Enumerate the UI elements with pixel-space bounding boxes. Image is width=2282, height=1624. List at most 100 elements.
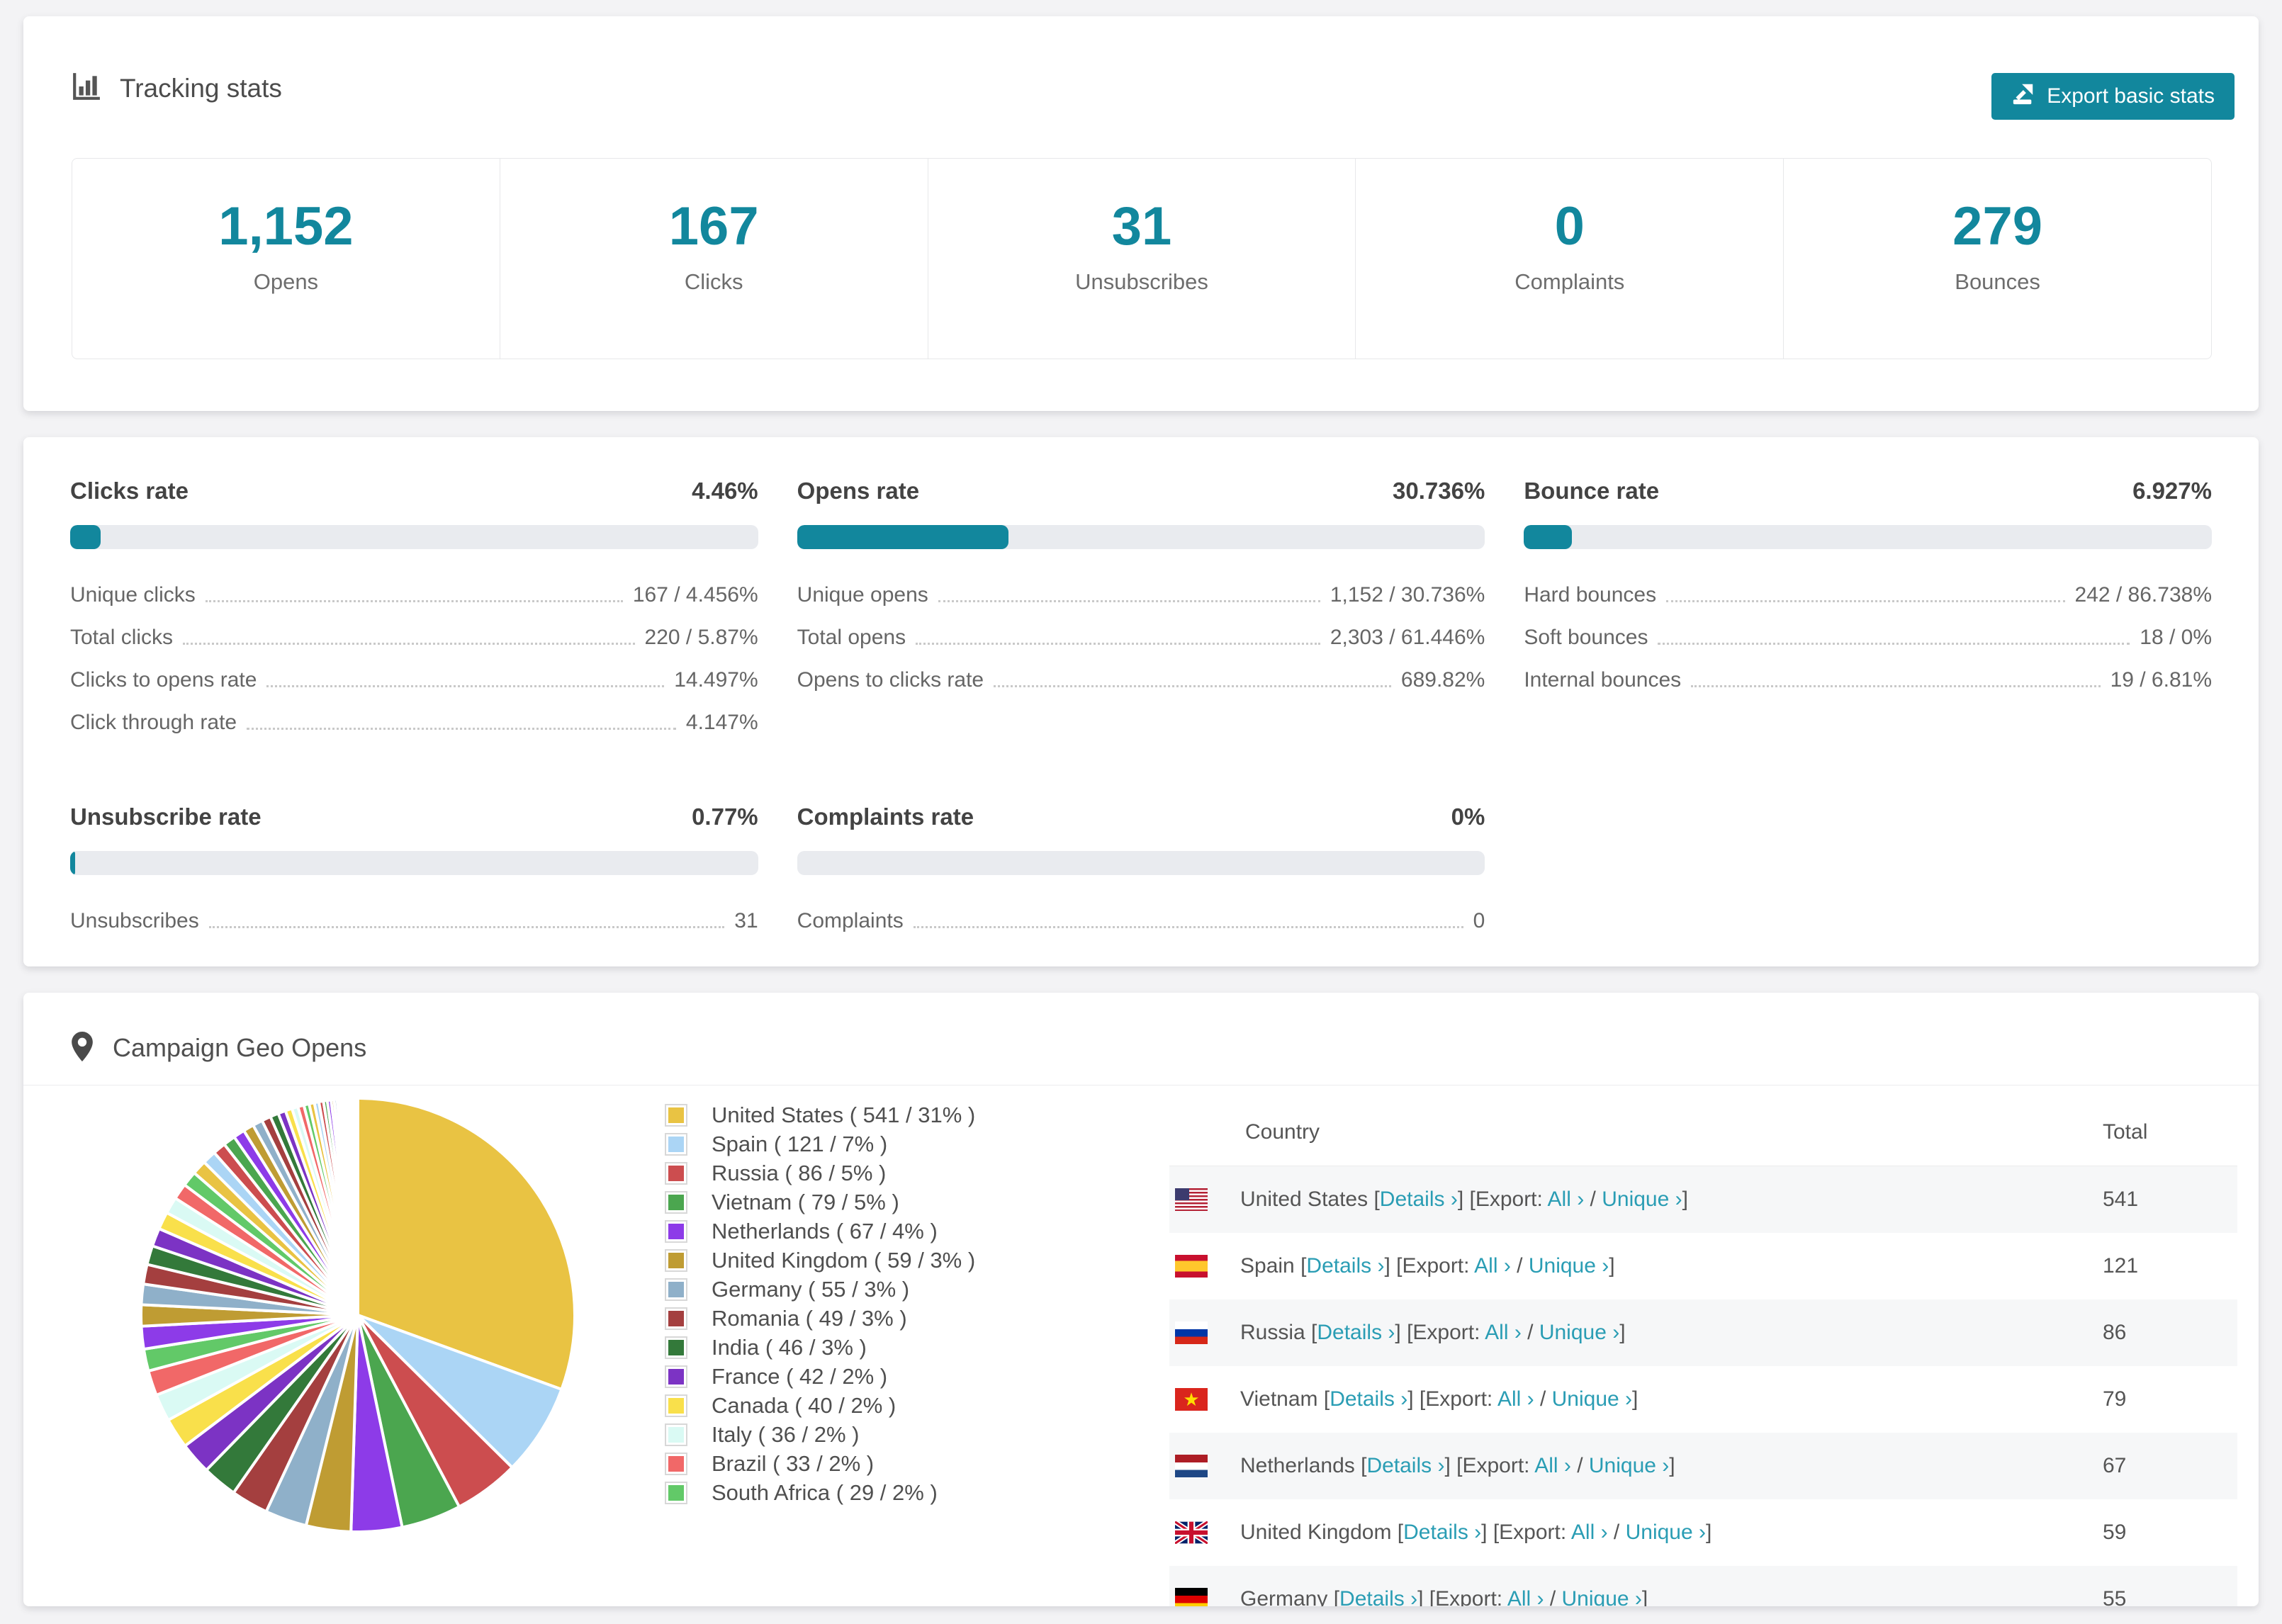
flag-ru xyxy=(1175,1321,1208,1344)
legend-item-canada: Canada ( 40 / 2% ) xyxy=(665,1391,975,1420)
flag-es xyxy=(1175,1255,1208,1278)
dotted-leader xyxy=(994,685,1391,687)
rate-detail-row: Total opens 2,303 / 61.446% xyxy=(797,626,1485,650)
export-basic-stats-button[interactable]: Export basic stats xyxy=(1991,73,2235,120)
rate-section-complaints-rate: Complaints rate 0% Complaints 0 xyxy=(797,803,1485,933)
rate-section-clicks-rate: Clicks rate 4.46% Unique clicks 167 / 4.456… xyxy=(70,477,758,735)
rate-title: Bounce rate xyxy=(1524,478,1660,504)
detail-value: 18 / 0% xyxy=(2140,626,2212,649)
export-all-link-germany[interactable]: All › xyxy=(1507,1587,1544,1606)
export-all-link-russia[interactable]: All › xyxy=(1485,1321,1522,1344)
detail-value: 4.147% xyxy=(685,711,758,734)
dotted-leader xyxy=(208,926,725,928)
total-cell: 79 xyxy=(2103,1387,2127,1411)
stat-box-clicks: 167 Clicks xyxy=(500,159,928,359)
legend-swatch xyxy=(665,1219,687,1243)
details-link-netherlands[interactable]: Details › xyxy=(1366,1454,1444,1477)
dotted-leader xyxy=(1666,600,2065,602)
legend-item-south-africa: South Africa ( 29 / 2% ) xyxy=(665,1478,975,1507)
detail-label: Total clicks xyxy=(70,626,174,649)
detail-label: Internal bounces xyxy=(1524,668,1682,692)
rate-section-opens-rate: Opens rate 30.736% Unique opens 1,152 / 30.… xyxy=(797,477,1485,735)
legend-swatch xyxy=(665,1132,687,1156)
export-all-link-united-kingdom[interactable]: All › xyxy=(1571,1521,1608,1544)
static-text: ] xyxy=(1682,1188,1688,1211)
export-unique-link-netherlands[interactable]: Unique › xyxy=(1589,1454,1669,1477)
details-link-vietnam[interactable]: Details › xyxy=(1330,1387,1407,1411)
static-text: ] xyxy=(1619,1321,1626,1344)
legend-swatch xyxy=(665,1452,687,1475)
stat-value: 0 xyxy=(1554,196,1585,256)
legend-swatch xyxy=(665,1481,687,1504)
pie-legend: United States ( 541 / 31% ) Spain ( 121 /… xyxy=(665,1100,975,1507)
export-unique-link-germany[interactable]: Unique › xyxy=(1562,1587,1642,1606)
detail-value: 1,152 / 30.736% xyxy=(1330,583,1485,607)
static-text: ] xyxy=(1669,1454,1675,1477)
static-text: / xyxy=(1534,1387,1552,1411)
map-pin-icon xyxy=(72,1031,93,1065)
geo-opens-table: Country Total United States [Details ›] … xyxy=(1169,1099,2237,1606)
dotted-leader xyxy=(266,685,665,687)
stat-box-unsubscribes: 31 Unsubscribes xyxy=(928,159,1356,359)
detail-label: Clicks to opens rate xyxy=(70,668,257,692)
progress-bar-bounce-rate xyxy=(1524,525,2212,549)
flag-de xyxy=(1175,1588,1208,1606)
export-all-link-united-states[interactable]: All › xyxy=(1548,1188,1585,1211)
legend-swatch xyxy=(665,1307,687,1330)
rate-percentage: 6.927% xyxy=(2132,478,2212,504)
column-header-total: Total xyxy=(2103,1120,2148,1144)
export-button-label: Export basic stats xyxy=(2047,84,2215,108)
country-cell: United Kingdom [Details ›] [Export: All … xyxy=(1169,1521,2103,1545)
export-all-link-spain[interactable]: All › xyxy=(1474,1254,1511,1278)
legend-item-spain: Spain ( 121 / 7% ) xyxy=(665,1129,975,1158)
export-unique-link-spain[interactable]: Unique › xyxy=(1529,1254,1609,1278)
export-all-link-vietnam[interactable]: All › xyxy=(1497,1387,1534,1411)
export-all-link-netherlands[interactable]: All › xyxy=(1534,1454,1571,1477)
rate-title: Opens rate xyxy=(797,478,920,504)
detail-label: Soft bounces xyxy=(1524,626,1648,649)
stat-label: Unsubscribes xyxy=(1075,269,1208,294)
static-text: / xyxy=(1510,1254,1529,1278)
rate-detail-row: Hard bounces 242 / 86.738% xyxy=(1524,583,2212,607)
tracking-stats-card: Tracking stats Export basic stats 1,152 O… xyxy=(23,16,2259,411)
country-links-text: Germany [Details ›] [Export: All › / Uni… xyxy=(1240,1587,1648,1606)
details-link-germany[interactable]: Details › xyxy=(1339,1587,1417,1606)
rate-detail-row: Opens to clicks rate 689.82% xyxy=(797,668,1485,692)
stat-box-bounces: 279 Bounces xyxy=(1784,159,2211,359)
static-text: Netherlands [ xyxy=(1240,1454,1367,1477)
dotted-leader xyxy=(247,728,676,730)
details-link-spain[interactable]: Details › xyxy=(1306,1254,1384,1278)
detail-label: Complaints xyxy=(797,909,904,932)
static-text: / xyxy=(1521,1321,1539,1344)
static-text: ] xyxy=(1641,1587,1648,1606)
legend-label: Italy ( 36 / 2% ) xyxy=(712,1421,860,1447)
export-unique-link-vietnam[interactable]: Unique › xyxy=(1552,1387,1632,1411)
country-links-text: United States [Details ›] [Export: All ›… xyxy=(1240,1188,1688,1212)
legend-item-germany: Germany ( 55 / 3% ) xyxy=(665,1275,975,1304)
rate-detail-row: Unique opens 1,152 / 30.736% xyxy=(797,583,1485,607)
details-link-united-states[interactable]: Details › xyxy=(1380,1188,1458,1211)
export-unique-link-russia[interactable]: Unique › xyxy=(1539,1321,1619,1344)
legend-item-romania: Romania ( 49 / 3% ) xyxy=(665,1304,975,1333)
rate-percentage: 0.77% xyxy=(692,803,758,830)
country-cell: Vietnam [Details ›] [Export: All › / Uni… xyxy=(1169,1387,2103,1411)
details-link-united-kingdom[interactable]: Details › xyxy=(1403,1521,1481,1544)
rate-title: Complaints rate xyxy=(797,803,974,830)
legend-swatch xyxy=(665,1190,687,1214)
export-unique-link-united-kingdom[interactable]: Unique › xyxy=(1626,1521,1706,1544)
legend-swatch xyxy=(665,1394,687,1417)
static-text: United States [ xyxy=(1240,1188,1380,1211)
table-row-germany: Germany [Details ›] [Export: All › / Uni… xyxy=(1169,1566,2237,1606)
static-text: ] [Export: xyxy=(1444,1454,1535,1477)
details-link-russia[interactable]: Details › xyxy=(1317,1321,1395,1344)
rate-detail-rows: Complaints 0 xyxy=(797,909,1485,933)
legend-label: Romania ( 49 / 3% ) xyxy=(712,1305,907,1331)
export-unique-link-united-states[interactable]: Unique › xyxy=(1602,1188,1682,1211)
legend-item-russia: Russia ( 86 / 5% ) xyxy=(665,1158,975,1188)
progress-bar-unsubscribe-rate xyxy=(70,851,758,875)
rate-detail-rows: Unique clicks 167 / 4.456% Total clicks 220… xyxy=(70,583,758,735)
rate-percentage: 0% xyxy=(1451,803,1485,830)
rate-percentage: 4.46% xyxy=(692,478,758,504)
rate-head: Bounce rate 6.927% xyxy=(1524,477,2212,505)
progress-bar-complaints-rate xyxy=(797,851,1485,875)
